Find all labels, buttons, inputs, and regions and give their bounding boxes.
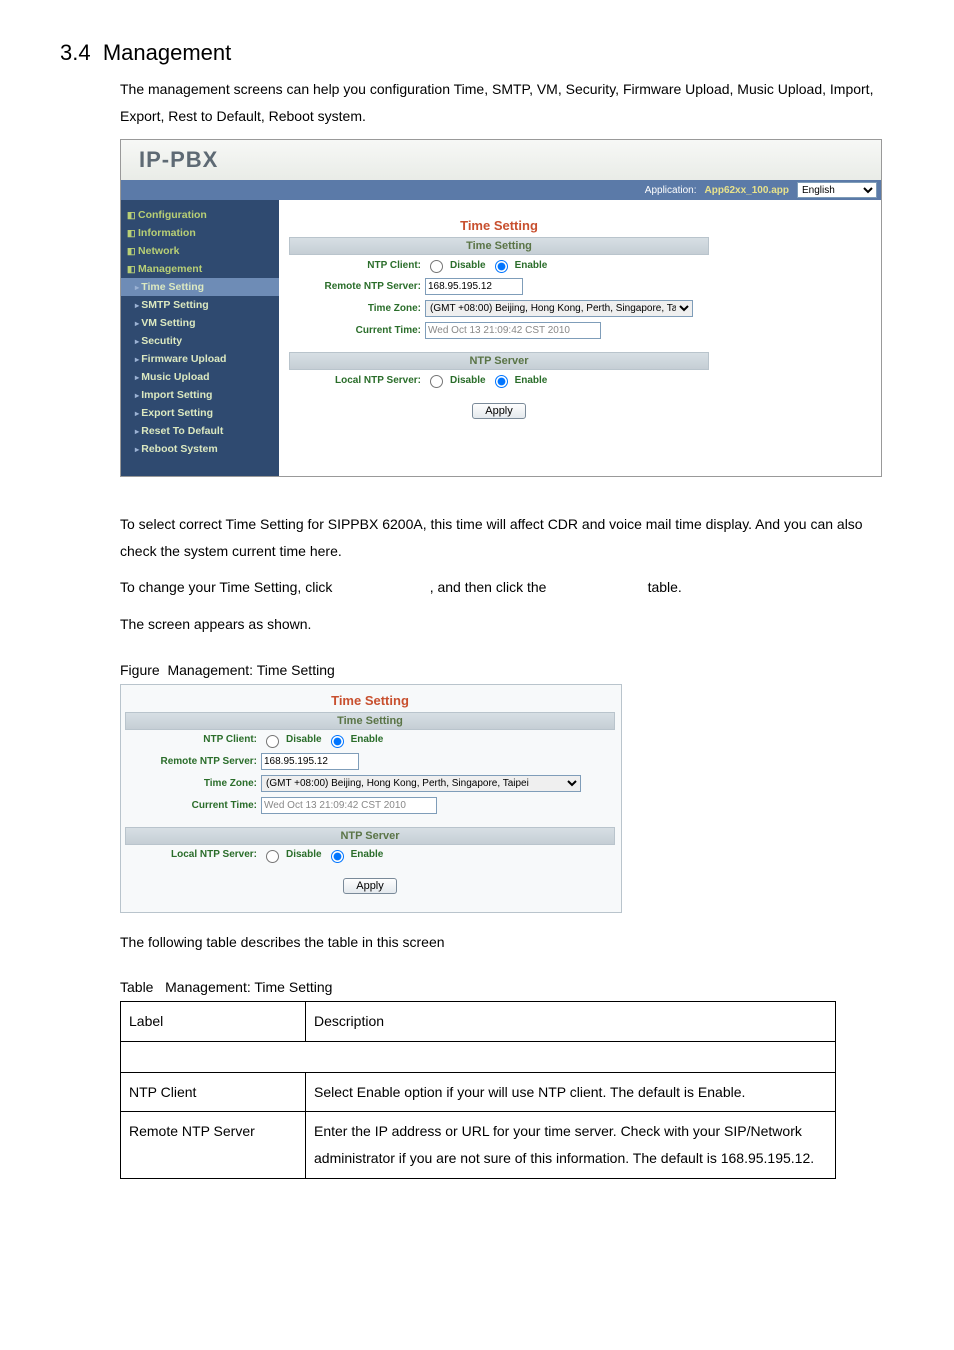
sidebar: Configuration Information Network Manage… [121,200,279,476]
local-ntp-enable-text: Enable [515,375,548,386]
sidebar-item-reboot-system[interactable]: Reboot System [121,440,279,458]
paragraph-screen-appears: The screen appears as shown. [120,611,894,638]
paragraph-select-correct: To select correct Time Setting for SIPPB… [120,511,894,564]
fig-remote-ntp-input[interactable] [261,753,359,770]
heading-title: Management [103,40,231,65]
main-area: Time Setting Time Setting NTP Client: Di… [279,200,881,476]
sidebar-cat-configuration[interactable]: Configuration [121,206,279,224]
th-description: Description [306,1002,836,1042]
following-text: The following table describes the table … [120,929,894,956]
sidebar-item-vm-setting[interactable]: VM Setting [121,314,279,332]
local-ntp-label: Local NTP Server: [289,375,425,386]
local-ntp-disable-radio[interactable] [430,375,443,388]
panel-title: Time Setting [289,214,709,237]
remote-ntp-label: Remote NTP Server: [289,281,425,292]
cell-desc: Select Enable option if your will use NT… [306,1072,836,1112]
sidebar-item-time-setting[interactable]: Time Setting [121,278,279,296]
fig-panel-sub1: Time Setting [125,712,615,730]
appbar-label: Application: [645,185,697,196]
sidebar-item-firmware-upload[interactable]: Firmware Upload [121,350,279,368]
row-local-ntp: Local NTP Server: Disable Enable [289,370,709,391]
table-row: Remote NTP Server Enter the IP address o… [121,1112,836,1178]
description-table: Label Description NTP Client Select Enab… [120,1001,836,1178]
timezone-select[interactable]: (GMT +08:00) Beijing, Hong Kong, Perth, … [425,300,693,317]
fig-current-time-field [261,797,437,814]
ntp-client-enable-radio[interactable] [495,260,508,273]
fig-row-ntp-client: NTP Client: Disable Enable [125,730,615,751]
table-row: NTP Client Select Enable option if your … [121,1072,836,1112]
row-ntp-client: NTP Client: Disable Enable [289,255,709,276]
figure-caption: Figure Management: Time Setting [120,662,894,678]
panel-subtitle-ntpserver: NTP Server [289,352,709,370]
row-timezone: Time Zone: (GMT +08:00) Beijing, Hong Ko… [289,298,709,320]
sidebar-cat-network[interactable]: Network [121,242,279,260]
sidebar-item-music-upload[interactable]: Music Upload [121,368,279,386]
cell-label: NTP Client [121,1072,306,1112]
intro-paragraph: The management screens can help you conf… [120,76,894,129]
sidebar-cat-management[interactable]: Management [121,260,279,278]
local-ntp-disable-text: Disable [450,375,486,386]
cell-desc: Enter the IP address or URL for your tim… [306,1112,836,1178]
table-caption: Table Management: Time Setting [120,979,894,995]
paragraph-change-setting: To change your Time Setting, click , and… [120,574,894,601]
ntp-client-label: NTP Client: [289,260,425,271]
ntp-client-disable-radio[interactable] [430,260,443,273]
appbar-appname: App62xx_100.app [705,185,790,196]
fig-panel-title: Time Setting [125,689,615,712]
sidebar-item-reset-to-default[interactable]: Reset To Default [121,422,279,440]
th-label: Label [121,1002,306,1042]
local-ntp-enable-radio[interactable] [495,375,508,388]
sidebar-item-secutity[interactable]: Secutity [121,332,279,350]
logo-row: IP-PBX [121,140,881,180]
sidebar-item-smtp-setting[interactable]: SMTP Setting [121,296,279,314]
cell-label: Remote NTP Server [121,1112,306,1178]
fig-row-local-ntp: Local NTP Server: Disable Enable [125,845,615,866]
app-bar: Application: App62xx_100.app English [121,180,881,200]
figure-panel: Time Setting Time Setting NTP Client: Di… [120,684,622,913]
heading-number: 3.4 [60,40,91,65]
fig-panel-sub2: NTP Server [125,827,615,845]
fig-apply-button[interactable]: Apply [343,878,397,894]
fig-local-ntp-enable-radio[interactable] [331,850,344,863]
remote-ntp-input[interactable] [425,278,523,295]
sidebar-cat-information[interactable]: Information [121,224,279,242]
fig-ntp-enable-radio[interactable] [331,735,344,748]
sidebar-item-export-setting[interactable]: Export Setting [121,404,279,422]
current-time-field [425,322,601,339]
language-select[interactable]: English [797,182,877,198]
sidebar-item-import-setting[interactable]: Import Setting [121,386,279,404]
timezone-label: Time Zone: [289,303,425,314]
logo-text: IP-PBX [121,147,218,173]
screenshot-main: IP-PBX Application: App62xx_100.app Engl… [120,139,882,477]
panel-subtitle-time: Time Setting [289,237,709,255]
fig-ntp-disable-radio[interactable] [266,735,279,748]
fig-local-ntp-disable-radio[interactable] [266,850,279,863]
fig-row-remote-ntp: Remote NTP Server: [125,751,615,773]
fig-timezone-select[interactable]: (GMT +08:00) Beijing, Hong Kong, Perth, … [261,775,581,792]
ntp-client-disable-text: Disable [450,260,486,271]
row-remote-ntp: Remote NTP Server: [289,276,709,298]
fig-row-timezone: Time Zone: (GMT +08:00) Beijing, Hong Ko… [125,773,615,795]
table-header-row: Label Description [121,1002,836,1042]
ntp-client-enable-text: Enable [515,260,548,271]
table-blank-row [121,1041,836,1072]
section-heading: 3.4 Management [60,40,894,66]
apply-button[interactable]: Apply [472,403,526,419]
row-current-time: Current Time: [289,320,709,342]
current-time-label: Current Time: [289,325,425,336]
fig-row-current-time: Current Time: [125,795,615,817]
